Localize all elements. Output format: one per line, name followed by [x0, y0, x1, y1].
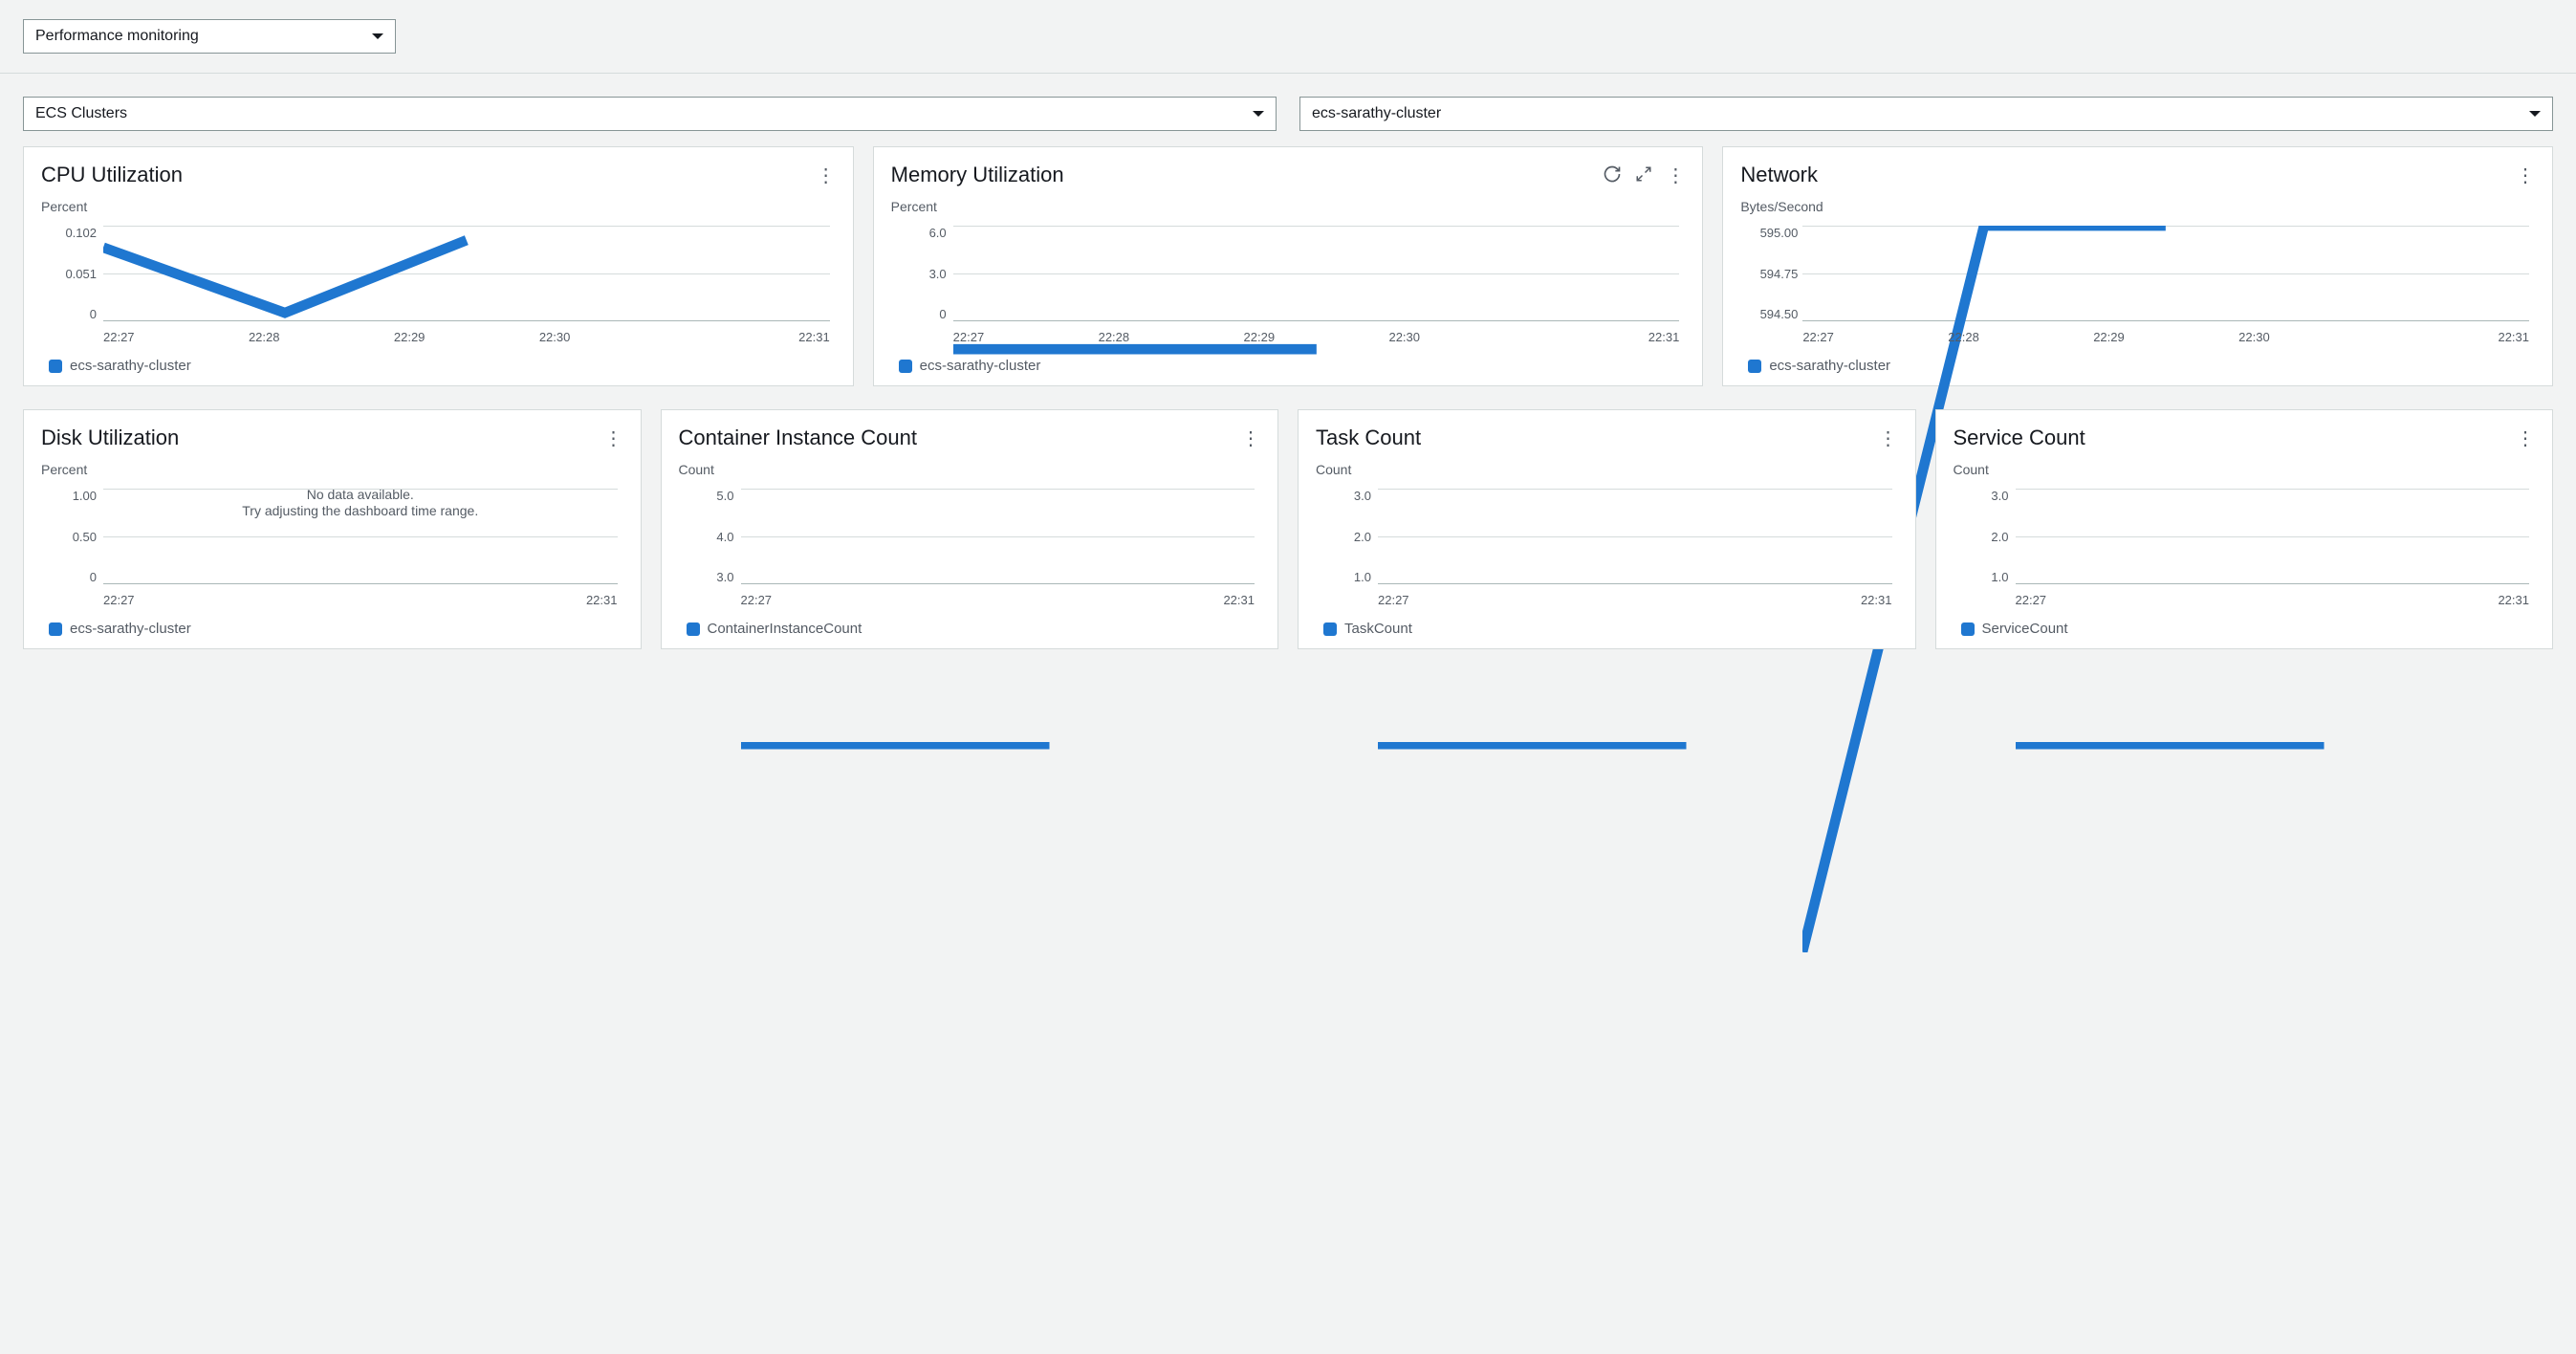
- expand-icon[interactable]: [1635, 165, 1652, 186]
- menu-icon[interactable]: [604, 426, 623, 450]
- unit-label: Count: [1316, 462, 1898, 477]
- no-data-message: No data available. Try adjusting the das…: [103, 487, 618, 519]
- chevron-down-icon: [1253, 111, 1264, 117]
- chevron-down-icon: [372, 33, 383, 39]
- disk-card: Disk Utilization Percent 1.00 0.50 0 No …: [23, 409, 642, 649]
- container-instance-count-card: Container Instance Count Count 5.0 4.0 3…: [661, 409, 1279, 649]
- refresh-icon[interactable]: [1603, 164, 1622, 186]
- network-card: Network Bytes/Second 595.00 594.75 594.5…: [1722, 146, 2553, 386]
- card-title: Container Instance Count: [679, 426, 918, 450]
- legend: ecs-sarathy-cluster: [41, 621, 623, 637]
- unit-label: Percent: [41, 199, 836, 214]
- card-title: Service Count: [1954, 426, 2085, 450]
- network-chart: 595.00 594.75 594.50 22:27 22:28 22:29 2…: [1740, 218, 2535, 352]
- target-dropdown-label: ecs-sarathy-cluster: [1312, 105, 1441, 122]
- menu-icon[interactable]: [817, 164, 836, 187]
- unit-label: Percent: [41, 462, 623, 477]
- mode-dropdown[interactable]: Performance monitoring: [23, 19, 396, 54]
- memory-card: Memory Utilization Percent 6.0 3.0 0: [873, 146, 1704, 386]
- legend-swatch: [1323, 622, 1337, 636]
- card-title: Network: [1740, 163, 1818, 187]
- card-title: CPU Utilization: [41, 163, 183, 187]
- legend-swatch: [49, 622, 62, 636]
- menu-icon[interactable]: [1241, 426, 1260, 450]
- unit-label: Percent: [891, 199, 1686, 214]
- legend-swatch: [1961, 622, 1975, 636]
- memory-chart: 6.0 3.0 0 22:27 22:28 22:29 22:30 22:31: [891, 218, 1686, 352]
- task-chart: 3.0 2.0 1.0 22:27 22:31: [1316, 481, 1898, 615]
- svc-chart: 3.0 2.0 1.0 22:27 22:31: [1954, 481, 2536, 615]
- unit-label: Count: [1954, 462, 2536, 477]
- card-title: Task Count: [1316, 426, 1421, 450]
- resource-dropdown-label: ECS Clusters: [35, 105, 127, 122]
- resource-dropdown[interactable]: ECS Clusters: [23, 97, 1277, 131]
- mode-dropdown-label: Performance monitoring: [35, 28, 199, 45]
- cpu-card: CPU Utilization Percent 0.102 0.051 0 22: [23, 146, 854, 386]
- legend-swatch: [1748, 360, 1761, 373]
- task-count-card: Task Count Count 3.0 2.0 1.0 22:27 22:31: [1298, 409, 1916, 649]
- chevron-down-icon: [2529, 111, 2541, 117]
- card-title: Memory Utilization: [891, 163, 1064, 187]
- menu-icon[interactable]: [1666, 164, 1685, 187]
- unit-label: Count: [679, 462, 1261, 477]
- menu-icon[interactable]: [2516, 164, 2535, 187]
- menu-icon[interactable]: [1879, 426, 1898, 450]
- legend-swatch: [687, 622, 700, 636]
- service-count-card: Service Count Count 3.0 2.0 1.0 22:27 22…: [1935, 409, 2554, 649]
- target-dropdown[interactable]: ecs-sarathy-cluster: [1299, 97, 2553, 131]
- card-title: Disk Utilization: [41, 426, 179, 450]
- unit-label: Bytes/Second: [1740, 199, 2535, 214]
- legend-swatch: [899, 360, 912, 373]
- legend-swatch: [49, 360, 62, 373]
- cpu-chart: 0.102 0.051 0 22:27 22:28 22:29 22:30 22…: [41, 218, 836, 352]
- menu-icon[interactable]: [2516, 426, 2535, 450]
- disk-chart: 1.00 0.50 0 No data available. Try adjus…: [41, 481, 623, 615]
- cic-chart: 5.0 4.0 3.0 22:27 22:31: [679, 481, 1261, 615]
